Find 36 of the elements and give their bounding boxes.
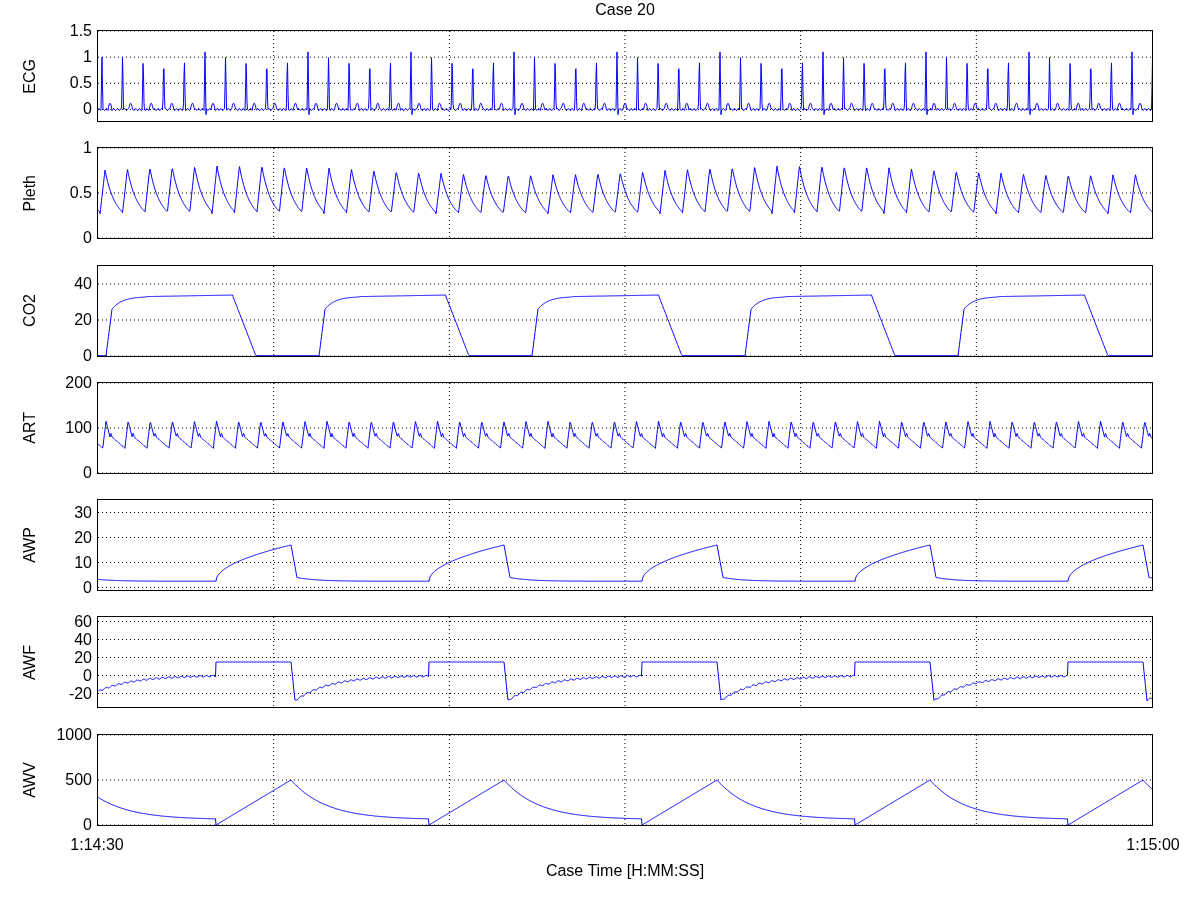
tick-label: 60 <box>74 614 92 630</box>
axis-label: AWV <box>21 761 39 798</box>
tick-label: 40 <box>74 632 92 648</box>
tick-label: 1000 <box>56 726 92 743</box>
tick-label: 1:14:30 <box>69 835 125 854</box>
axis-label: Case Time [H:MM:SS] <box>545 861 705 880</box>
axis-label: ECG <box>21 58 39 94</box>
tick-label: 100 <box>65 419 92 436</box>
tick-label: 1 <box>83 140 92 157</box>
tick-label: 0 <box>83 464 92 481</box>
tick-label: -20 <box>68 686 92 702</box>
axis-label: Pleth <box>21 175 39 212</box>
tick-label: 1 <box>83 49 92 66</box>
tick-label: 0.5 <box>69 185 92 202</box>
tick-label: 0 <box>83 668 92 684</box>
tick-label: 0 <box>83 816 92 833</box>
tick-label: 20 <box>74 650 92 666</box>
tick-label: 0.5 <box>69 75 92 92</box>
axis-label: ART <box>21 412 39 444</box>
tick-label: 0 <box>83 347 92 364</box>
tick-label: 0 <box>83 230 92 247</box>
tick-label: 1.5 <box>69 23 92 39</box>
tick-label: 200 <box>65 374 92 391</box>
tick-label: 10 <box>74 554 92 571</box>
axis-label: AWP <box>21 527 39 564</box>
tick-label: 1:15:00 <box>1125 835 1181 854</box>
tick-label: 0 <box>83 101 92 118</box>
axis-label: AWF <box>21 645 39 680</box>
tick-label: 40 <box>74 275 92 292</box>
axis-label: CO2 <box>21 294 39 328</box>
tick-label: 20 <box>74 311 92 328</box>
chart-title: Case 20 <box>595 1 655 20</box>
tick-label: 30 <box>74 504 92 521</box>
tick-label: 20 <box>74 529 92 546</box>
tick-label: 0 <box>83 579 92 596</box>
tick-label: 500 <box>65 771 92 788</box>
